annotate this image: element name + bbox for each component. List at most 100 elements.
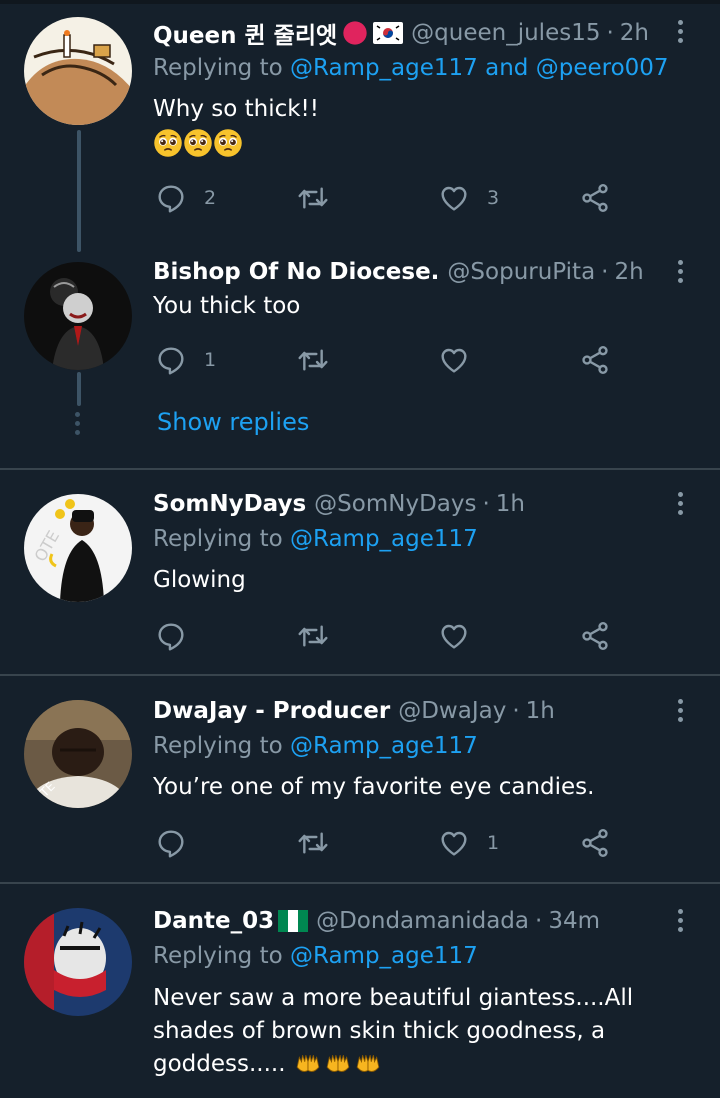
tweet-actions: 1 bbox=[155, 342, 625, 378]
tweet-text-line: goddess..... bbox=[153, 1051, 286, 1077]
reply-icon bbox=[155, 620, 187, 652]
more-options-icon[interactable] bbox=[668, 14, 692, 48]
more-options-icon[interactable] bbox=[668, 486, 692, 520]
timestamp[interactable]: 1h bbox=[526, 698, 555, 724]
like-count: 3 bbox=[487, 187, 500, 209]
share-button[interactable] bbox=[579, 180, 611, 216]
heart-icon bbox=[438, 182, 470, 214]
avatar[interactable]: OTE bbox=[24, 700, 132, 808]
mention-link[interactable]: @Ramp_age117 bbox=[290, 733, 478, 759]
reply-icon bbox=[155, 344, 187, 376]
tweet-text-line-with-emoji: goddess..... bbox=[153, 1048, 693, 1081]
raising-hands-icon bbox=[323, 1052, 353, 1078]
more-options-icon[interactable] bbox=[668, 693, 692, 727]
handle[interactable]: @DwaJay bbox=[398, 698, 506, 724]
raising-hands-icon bbox=[293, 1052, 323, 1078]
tweet-dante[interactable]: Dante_03 @Dondamanidada · 34m Replying t… bbox=[0, 884, 720, 1098]
heart-icon bbox=[438, 620, 470, 652]
retweet-button[interactable] bbox=[297, 180, 329, 216]
tweet-queen-jules[interactable]: Queen 퀸 줄리엣 @queen_jules15 · 2h Replying… bbox=[0, 0, 720, 252]
share-button[interactable] bbox=[579, 618, 611, 654]
retweet-icon bbox=[297, 182, 329, 214]
avatar[interactable]: OTE bbox=[24, 494, 132, 602]
timestamp[interactable]: 2h bbox=[620, 20, 649, 46]
and-label: and bbox=[485, 55, 529, 81]
heart-icon bbox=[438, 827, 470, 859]
like-button[interactable] bbox=[438, 342, 470, 378]
avatar[interactable] bbox=[24, 17, 132, 125]
mention-link[interactable]: @Ramp_age117 bbox=[290, 943, 478, 969]
display-name[interactable]: Bishop Of No Diocese. bbox=[153, 259, 439, 285]
tweet-text-line: Never saw a more beautiful giantess....A… bbox=[153, 985, 634, 1011]
display-name[interactable]: SomNyDays bbox=[153, 491, 306, 517]
handle[interactable]: @queen_jules15 bbox=[411, 20, 600, 46]
timestamp[interactable]: 2h bbox=[614, 259, 643, 285]
show-replies-link[interactable]: Show replies bbox=[157, 408, 309, 436]
share-button[interactable] bbox=[579, 825, 611, 861]
retweet-icon bbox=[297, 620, 329, 652]
tweet-header: Queen 퀸 줄리엣 @queen_jules15 · 2h bbox=[153, 16, 649, 50]
handle[interactable]: @SomNyDays bbox=[314, 491, 476, 517]
thread-dots bbox=[75, 412, 81, 435]
reply-button[interactable] bbox=[155, 618, 187, 654]
retweet-button[interactable] bbox=[297, 618, 329, 654]
separator: · bbox=[482, 491, 490, 517]
reply-button[interactable] bbox=[155, 825, 187, 861]
reply-button[interactable]: 1 bbox=[155, 342, 216, 378]
tweet-actions: 2 3 bbox=[155, 180, 625, 216]
replying-to-label: Replying to bbox=[153, 526, 283, 552]
tweet-dwajay[interactable]: OTE DwaJay - Producer @DwaJay · 1h Reply… bbox=[0, 676, 720, 882]
share-icon bbox=[579, 344, 611, 376]
avatar[interactable] bbox=[24, 262, 132, 370]
retweet-button[interactable] bbox=[297, 825, 329, 861]
reply-count: 1 bbox=[204, 349, 217, 371]
mention-link[interactable]: @Ramp_age117 bbox=[290, 526, 478, 552]
display-name[interactable]: Queen 퀸 줄리엣 bbox=[153, 16, 337, 50]
share-icon bbox=[579, 827, 611, 859]
handle[interactable]: @SopuruPita bbox=[447, 259, 595, 285]
separator: · bbox=[606, 20, 614, 46]
share-icon bbox=[579, 620, 611, 652]
like-button[interactable]: 1 bbox=[438, 825, 499, 861]
heart-icon bbox=[438, 344, 470, 376]
tweet-header: Dante_03 @Dondamanidada · 34m bbox=[153, 904, 600, 938]
red-circle-icon bbox=[343, 21, 367, 45]
separator: · bbox=[601, 259, 609, 285]
reply-button[interactable]: 2 bbox=[155, 180, 216, 216]
like-button[interactable]: 3 bbox=[438, 180, 499, 216]
tweet-text-line: shades of brown skin thick goodness, a bbox=[153, 1018, 606, 1044]
retweet-button[interactable] bbox=[297, 342, 329, 378]
mention-link[interactable]: @Ramp_age117 bbox=[290, 55, 478, 81]
replying-to-label: Replying to bbox=[153, 55, 283, 81]
share-icon bbox=[579, 182, 611, 214]
replying-to-label: Replying to bbox=[153, 733, 283, 759]
south-korea-flag-icon bbox=[373, 22, 404, 44]
tweet-actions: 1 bbox=[155, 825, 625, 861]
avatar[interactable] bbox=[24, 908, 132, 1016]
more-options-icon[interactable] bbox=[668, 254, 692, 288]
tweet-text: Never saw a more beautiful giantess....A… bbox=[153, 982, 693, 1081]
timestamp[interactable]: 1h bbox=[496, 491, 525, 517]
tweet-text: Glowing bbox=[153, 567, 246, 593]
mention-link[interactable]: @peero007 bbox=[536, 55, 669, 81]
handle[interactable]: @Dondamanidada bbox=[316, 908, 529, 934]
timestamp[interactable]: 34m bbox=[548, 908, 600, 934]
more-options-icon[interactable] bbox=[668, 903, 692, 937]
thread-line bbox=[77, 130, 81, 252]
reply-icon bbox=[155, 182, 187, 214]
display-name[interactable]: Dante_03 bbox=[153, 908, 274, 934]
replying-to-label: Replying to bbox=[153, 943, 283, 969]
reply-count: 2 bbox=[204, 187, 217, 209]
pleading-emoji-group bbox=[153, 126, 673, 159]
display-name[interactable]: DwaJay - Producer bbox=[153, 698, 390, 724]
like-count: 1 bbox=[487, 832, 500, 854]
tweet-bishop[interactable]: Bishop Of No Diocese. @SopuruPita · 2h Y… bbox=[0, 252, 720, 468]
tweet-header: Bishop Of No Diocese. @SopuruPita · 2h bbox=[153, 255, 644, 289]
tweet-somnydays[interactable]: OTE SomNyDays @SomNyDays · 1h Replying t… bbox=[0, 470, 720, 674]
tweet-text: Why so thick!! bbox=[153, 93, 673, 159]
share-button[interactable] bbox=[579, 342, 611, 378]
like-button[interactable] bbox=[438, 618, 470, 654]
separator: · bbox=[535, 908, 543, 934]
tweet-header: DwaJay - Producer @DwaJay · 1h bbox=[153, 694, 555, 728]
replying-to: Replying to @Ramp_age117 and @peero007 bbox=[153, 55, 669, 81]
